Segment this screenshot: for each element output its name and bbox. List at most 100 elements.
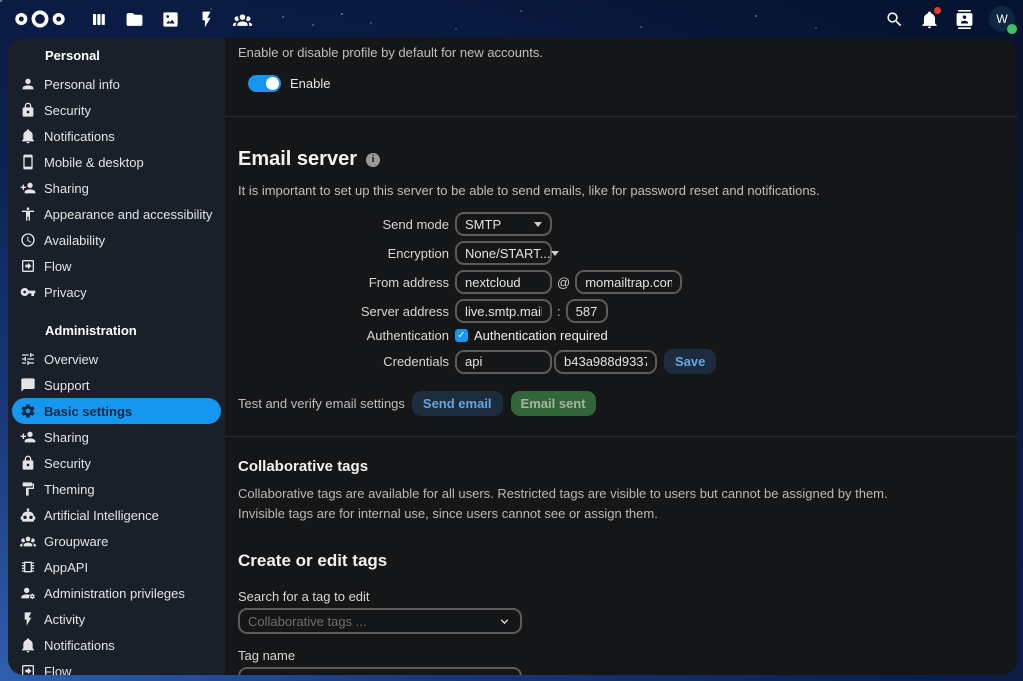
chevron-down-icon	[497, 614, 512, 629]
cellphone-icon	[20, 154, 36, 170]
sidebar-item-personal-info[interactable]: Personal info	[12, 71, 221, 97]
port-separator: :	[552, 304, 566, 319]
server-port-input[interactable]	[566, 299, 608, 323]
sidebar-item-sharing-admin[interactable]: Sharing	[12, 424, 221, 450]
user-avatar[interactable]: W	[989, 6, 1015, 32]
sidebar-item-privacy[interactable]: Privacy	[12, 279, 221, 305]
key-icon	[20, 284, 36, 300]
contacts-menu-icon[interactable]	[954, 9, 974, 29]
from-address-domain-input[interactable]	[575, 270, 682, 294]
credentials-secret-input[interactable]	[554, 350, 657, 374]
bell-icon	[20, 128, 36, 144]
bell-icon	[20, 637, 36, 653]
email-server-description: It is important to set up this server to…	[238, 183, 1001, 198]
account-plus-icon	[20, 180, 36, 196]
lock-icon	[20, 102, 36, 118]
activity-app-icon[interactable]	[196, 9, 216, 29]
email-server-form: Send mode SMTP Encryption None/START... …	[238, 212, 1001, 374]
send-email-button[interactable]: Send email	[412, 391, 503, 416]
sidebar-item-appearance[interactable]: Appearance and accessibility	[12, 201, 221, 227]
section-divider	[225, 116, 1017, 117]
tag-name-label: Tag name	[238, 648, 1001, 663]
settings-sidebar: Personal Personal info Security Notifica…	[8, 38, 225, 675]
avatar-initial: W	[996, 12, 1007, 26]
profile-enable-toggle[interactable]	[248, 75, 281, 92]
authentication-required-label: Authentication required	[474, 328, 608, 343]
email-server-title: Email server i	[238, 148, 1001, 171]
clock-icon	[20, 232, 36, 248]
from-address-label: From address	[238, 275, 455, 290]
collaborative-tags-description: Collaborative tags are available for all…	[238, 484, 906, 524]
server-host-input[interactable]	[455, 299, 552, 323]
account-cog-icon	[20, 585, 36, 601]
save-button[interactable]: Save	[664, 349, 716, 374]
info-icon: i	[366, 153, 380, 167]
sidebar-section-administration: Administration	[45, 323, 225, 339]
account-group-icon	[20, 533, 36, 549]
search-icon[interactable]	[884, 9, 904, 29]
caret-down-icon	[551, 251, 559, 256]
sidebar-item-basic-settings[interactable]: Basic settings	[12, 398, 221, 424]
tag-search-select[interactable]: Collaborative tags ...	[238, 608, 522, 634]
from-address-user-input[interactable]	[455, 270, 552, 294]
caret-down-icon	[534, 222, 542, 227]
tag-name-input[interactable]	[238, 667, 522, 675]
test-email-label: Test and verify email settings	[238, 396, 405, 411]
sidebar-item-sharing-personal[interactable]: Sharing	[12, 175, 221, 201]
top-bar: W	[0, 0, 1023, 38]
send-mode-label: Send mode	[238, 217, 455, 232]
settings-card: Personal Personal info Security Notifica…	[8, 38, 1017, 675]
app-menu	[88, 9, 252, 29]
flow-icon	[20, 663, 36, 675]
tune-icon	[20, 351, 36, 367]
account-icon	[20, 76, 36, 92]
sidebar-item-flow-admin[interactable]: Flow	[12, 658, 221, 675]
sidebar-item-notifications-admin[interactable]: Notifications	[12, 632, 221, 658]
sidebar-item-support[interactable]: Support	[12, 372, 221, 398]
accessibility-icon	[20, 206, 36, 222]
sidebar-item-security-admin[interactable]: Security	[12, 450, 221, 476]
section-divider	[225, 436, 1017, 437]
email-sent-button: Email sent	[511, 391, 596, 416]
sidebar-item-activity[interactable]: Activity	[12, 606, 221, 632]
credentials-user-input[interactable]	[455, 350, 552, 374]
notifications-icon[interactable]	[919, 9, 939, 29]
sidebar-section-personal: Personal	[45, 48, 225, 64]
create-tags-title: Create or edit tags	[238, 551, 1001, 571]
dashboard-app-icon[interactable]	[88, 9, 108, 29]
sidebar-item-availability[interactable]: Availability	[12, 227, 221, 253]
photos-app-icon[interactable]	[160, 9, 180, 29]
authentication-label: Authentication	[238, 328, 455, 343]
toggle-knob	[266, 77, 279, 90]
online-status-dot	[1007, 24, 1017, 34]
sidebar-item-overview[interactable]: Overview	[12, 346, 221, 372]
topbar-right: W	[884, 0, 1015, 38]
lock-icon	[20, 455, 36, 471]
sidebar-item-security-personal[interactable]: Security	[12, 97, 221, 123]
search-tag-label: Search for a tag to edit	[238, 589, 1001, 604]
robot-icon	[20, 507, 36, 523]
contacts-app-icon[interactable]	[232, 9, 252, 29]
send-mode-select[interactable]: SMTP	[455, 212, 552, 236]
sidebar-item-appapi[interactable]: AppAPI	[12, 554, 221, 580]
files-app-icon[interactable]	[124, 9, 144, 29]
nextcloud-logo-icon[interactable]	[14, 8, 66, 30]
sidebar-item-artificial-intelligence[interactable]: Artificial Intelligence	[12, 502, 221, 528]
server-address-label: Server address	[238, 304, 455, 319]
encryption-label: Encryption	[238, 246, 455, 261]
sidebar-item-mobile-desktop[interactable]: Mobile & desktop	[12, 149, 221, 175]
paint-roller-icon	[20, 481, 36, 497]
authentication-required-checkbox[interactable]	[455, 329, 468, 342]
tag-search-placeholder: Collaborative tags ...	[248, 614, 367, 629]
collaborative-tags-title: Collaborative tags	[238, 458, 1001, 475]
sidebar-item-notifications-personal[interactable]: Notifications	[12, 123, 221, 149]
sidebar-item-flow-personal[interactable]: Flow	[12, 253, 221, 279]
lightning-icon	[20, 611, 36, 627]
notification-unread-dot	[934, 7, 941, 14]
credentials-label: Credentials	[238, 354, 455, 369]
gear-icon	[20, 403, 36, 419]
encryption-select[interactable]: None/START...	[455, 241, 552, 265]
sidebar-item-groupware[interactable]: Groupware	[12, 528, 221, 554]
sidebar-item-theming[interactable]: Theming	[12, 476, 221, 502]
sidebar-item-administration-privileges[interactable]: Administration privileges	[12, 580, 221, 606]
